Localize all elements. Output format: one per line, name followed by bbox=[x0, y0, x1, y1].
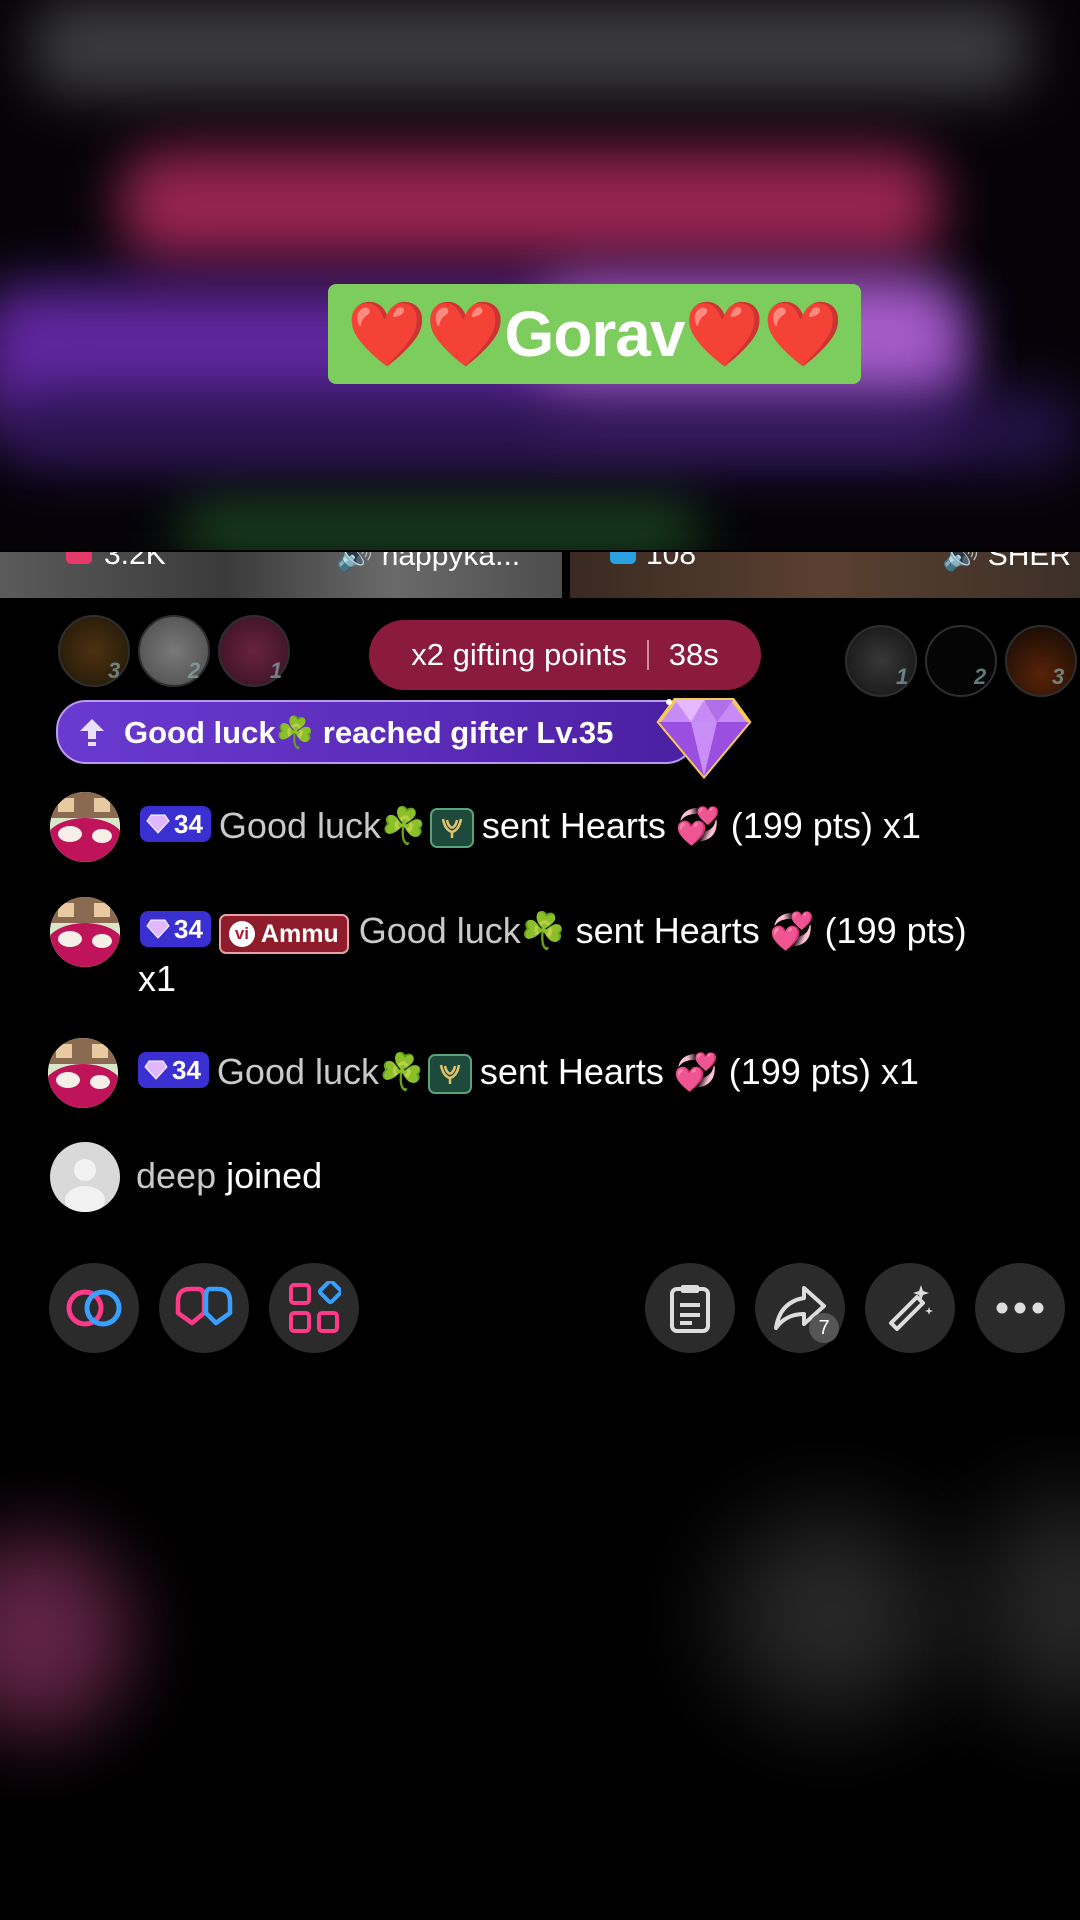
chat-username[interactable]: Good luck☘️ bbox=[217, 1051, 424, 1092]
arrow-up-icon bbox=[74, 714, 110, 750]
boxing-glove-icon bbox=[175, 1286, 233, 1326]
more-button[interactable] bbox=[975, 1263, 1065, 1353]
rank-number: 1 bbox=[896, 664, 909, 689]
chat-username[interactable]: Good luck☘️ bbox=[219, 805, 426, 846]
avatar[interactable] bbox=[50, 897, 120, 967]
link-button[interactable] bbox=[49, 1263, 139, 1353]
chat-text-continued: x1 bbox=[138, 958, 177, 999]
chat-message[interactable]: 34 vi Ammu Good luck☘️ sent Hearts 💞 (199 p… bbox=[50, 893, 1060, 1013]
link-icon bbox=[66, 1289, 122, 1327]
main-video-area: ❤️❤️Gorav❤️❤️ bbox=[0, 0, 1080, 550]
antler-badge-icon bbox=[427, 1054, 472, 1094]
rank-number: 3 bbox=[1052, 664, 1065, 689]
notes-button[interactable] bbox=[645, 1263, 735, 1353]
avatar[interactable] bbox=[48, 1038, 118, 1108]
share-count-badge: 7 bbox=[809, 1313, 839, 1343]
chat-text: sent Hearts 💞 (199 pts) bbox=[575, 910, 967, 951]
chat-message[interactable]: 34 Good luck☘️ sent Hearts 💞 (199 pts) x1 bbox=[48, 1036, 1060, 1116]
rank-number: 1 bbox=[270, 658, 283, 683]
clipboard-icon bbox=[670, 1285, 710, 1333]
fan-club-prefix: vi bbox=[228, 921, 255, 947]
chat-username[interactable]: Good luck☘️ bbox=[359, 910, 566, 951]
apps-button[interactable] bbox=[269, 1263, 359, 1353]
share-button[interactable]: 7 bbox=[755, 1263, 845, 1353]
left-viewer-count: 3.2K bbox=[104, 552, 166, 571]
battle-button[interactable] bbox=[159, 1263, 249, 1353]
divider bbox=[646, 640, 649, 670]
more-icon bbox=[996, 1302, 1044, 1314]
diamond-icon bbox=[656, 698, 752, 780]
join-action: joined bbox=[226, 1155, 323, 1196]
avatar[interactable] bbox=[50, 792, 120, 862]
fan-club-badge: vi Ammu bbox=[218, 914, 349, 954]
gifter-level-badge: 34 bbox=[138, 1052, 209, 1088]
gifting-points-pill[interactable]: x2 gifting points 38s bbox=[369, 620, 761, 690]
chat-text: sent Hearts 💞 (199 pts) x1 bbox=[481, 805, 921, 846]
join-username[interactable]: deep bbox=[136, 1155, 216, 1196]
bottom-video-area bbox=[0, 1435, 1080, 1920]
split-video-right[interactable]: 108 🔊 SHER bbox=[570, 552, 1080, 598]
chat-text: sent Hearts 💞 (199 pts) x1 bbox=[479, 1051, 919, 1092]
viewer-badge-icon bbox=[66, 552, 92, 564]
stream-title-banner: ❤️❤️Gorav❤️❤️ bbox=[328, 284, 861, 384]
split-video-left[interactable]: 3.2K 🔊 happyka... bbox=[0, 552, 562, 598]
gifter-level-badge: 34 bbox=[140, 806, 211, 842]
level-banner-text: Good luck☘️ reached gifter Lv.35 bbox=[124, 714, 614, 750]
gifter-level-badge: 34 bbox=[140, 911, 211, 947]
right-host-name: 🔊 SHER bbox=[942, 552, 1072, 572]
effects-button[interactable] bbox=[865, 1263, 955, 1353]
rank-number: 2 bbox=[188, 658, 201, 683]
default-avatar-icon[interactable] bbox=[50, 1142, 120, 1212]
left-host-name: 🔊 happyka... bbox=[336, 552, 521, 572]
viewer-badge-icon bbox=[610, 552, 636, 564]
chat-message[interactable]: 34 Good luck☘️ sent Hearts 💞 (199 pts) x1 bbox=[50, 790, 1060, 870]
rank-number: 3 bbox=[108, 658, 121, 683]
stream-title: ❤️❤️Gorav❤️❤️ bbox=[347, 297, 843, 370]
gifter-avatar[interactable] bbox=[1005, 625, 1077, 697]
apps-grid-icon bbox=[289, 1281, 341, 1333]
gifter-level-banner: Good luck☘️ reached gifter Lv.35 bbox=[56, 700, 696, 764]
right-viewer-count: 108 bbox=[646, 552, 697, 571]
gifting-points-label: x2 gifting points bbox=[411, 637, 627, 672]
antler-badge-icon bbox=[429, 808, 474, 848]
gifting-timer: 38s bbox=[668, 637, 719, 672]
magic-wand-icon bbox=[889, 1285, 933, 1331]
rank-number: 2 bbox=[974, 664, 987, 689]
